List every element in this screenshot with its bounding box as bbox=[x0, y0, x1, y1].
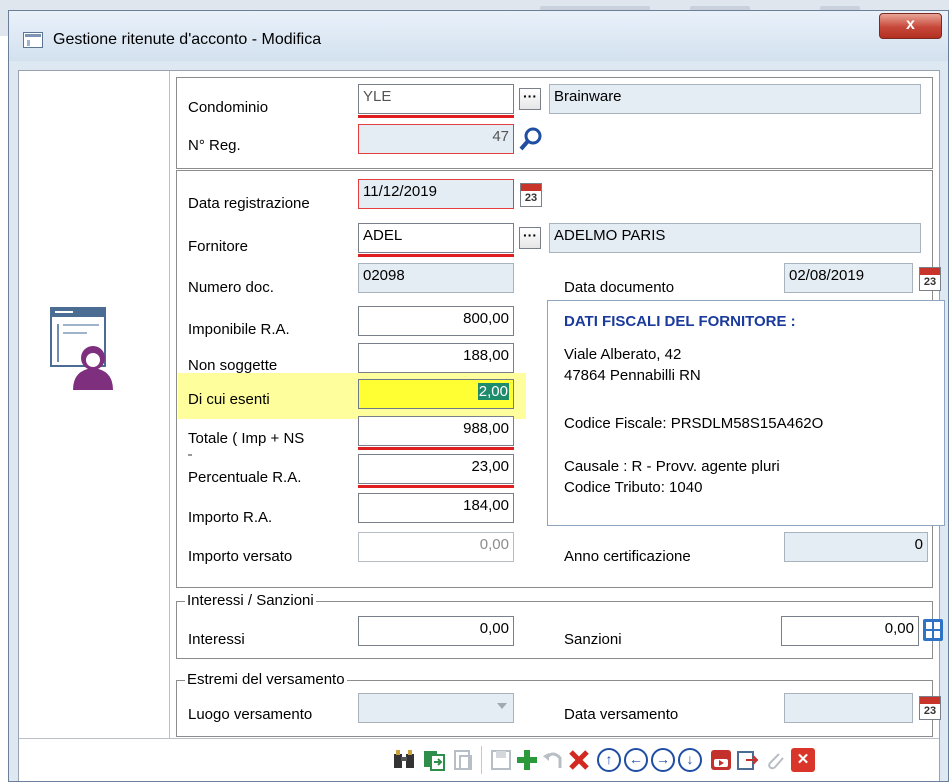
fornitore-lookup-button[interactable]: ··· bbox=[519, 227, 541, 249]
fornitore-name-field: ADELMO PARIS bbox=[549, 223, 921, 253]
interessi-group: Interessi / Sanzioni Interessi 0,00 Sanz… bbox=[176, 592, 943, 659]
esenti-selected-value: 2,00 bbox=[477, 383, 509, 400]
calculator-icon[interactable] bbox=[922, 618, 944, 642]
next-record-icon[interactable]: → bbox=[651, 748, 675, 772]
fiscal-info-box: DATI FISCALI DEL FORNITORE : Viale Alber… bbox=[547, 300, 945, 526]
imponibile-label: Imponibile R.A. bbox=[188, 321, 290, 338]
add-icon[interactable] bbox=[515, 748, 539, 772]
required-indicator bbox=[358, 485, 514, 488]
undo-icon[interactable] bbox=[541, 748, 565, 772]
close-window-icon[interactable]: ✕ bbox=[791, 748, 815, 772]
fiscal-codice-fiscale: Codice Fiscale: PRSDLM58S15A462O bbox=[564, 415, 824, 432]
binoculars-icon[interactable] bbox=[392, 748, 416, 772]
totale-label: Totale ( Imp + NS bbox=[188, 430, 305, 447]
required-indicator bbox=[358, 447, 514, 450]
sanzioni-label: Sanzioni bbox=[564, 631, 622, 648]
window-title: Gestione ritenute d'acconto - Modifica bbox=[53, 31, 322, 48]
last-record-icon[interactable]: ↓ bbox=[678, 748, 702, 772]
data-registrazione-label: Data registrazione bbox=[188, 195, 310, 212]
calendar-icon[interactable]: 23 bbox=[919, 267, 941, 291]
importo-input[interactable]: 184,00 bbox=[358, 493, 514, 523]
versamento-legend: Estremi del versamento bbox=[185, 671, 347, 688]
fiscal-address-line1: Viale Alberato, 42 bbox=[564, 346, 682, 363]
luogo-versamento-label: Luogo versamento bbox=[188, 706, 313, 723]
interessi-legend: Interessi / Sanzioni bbox=[185, 592, 316, 609]
luogo-versamento-select[interactable] bbox=[358, 693, 514, 723]
nreg-input[interactable]: 47 bbox=[358, 124, 514, 154]
anno-certificazione-label: Anno certificazione bbox=[564, 548, 691, 565]
data-versamento-label: Data versamento bbox=[564, 706, 679, 723]
condominio-lookup-button[interactable]: ··· bbox=[519, 88, 541, 110]
search-icon[interactable] bbox=[519, 126, 543, 152]
title-bar: Gestione ritenute d'acconto - Modifica x bbox=[9, 11, 948, 61]
non-soggette-label: Non soggette bbox=[188, 357, 278, 374]
fornitore-code-input[interactable]: ADEL bbox=[358, 223, 514, 253]
attachment-icon[interactable] bbox=[763, 748, 787, 772]
youtube-icon[interactable] bbox=[709, 748, 733, 772]
condominio-group: Condominio YLE ··· Brainware N° Reg. 47 bbox=[176, 77, 933, 169]
fiscal-info-heading: DATI FISCALI DEL FORNITORE : bbox=[564, 313, 796, 330]
window-icon bbox=[23, 32, 43, 48]
numero-doc-input[interactable]: 02098 bbox=[358, 263, 514, 293]
previous-record-icon[interactable]: ← bbox=[624, 748, 648, 772]
fiscal-codice-tributo: Codice Tributo: 1040 bbox=[564, 479, 703, 496]
anno-certificazione-input[interactable]: 0 bbox=[784, 532, 928, 562]
non-soggette-input[interactable]: 188,00 bbox=[358, 343, 514, 373]
dialog-window: Gestione ritenute d'acconto - Modifica x… bbox=[8, 10, 949, 782]
interessi-input[interactable]: 0,00 bbox=[358, 616, 514, 646]
importo-label: Importo R.A. bbox=[188, 509, 273, 526]
form-area: Condominio YLE ··· Brainware N° Reg. 47 … bbox=[18, 70, 945, 781]
export-icon[interactable] bbox=[736, 748, 760, 772]
fornitore-label: Fornitore bbox=[188, 238, 249, 255]
first-record-icon[interactable]: ↑ bbox=[597, 748, 621, 772]
condominio-name-field: Brainware bbox=[549, 84, 921, 114]
nreg-label: N° Reg. bbox=[188, 137, 241, 154]
bottom-toolbar: ↑ ← → ↓ ✕ bbox=[19, 738, 939, 781]
save-icon[interactable] bbox=[489, 748, 513, 772]
left-panel bbox=[19, 71, 170, 738]
interessi-label: Interessi bbox=[188, 631, 245, 648]
copy-record-icon[interactable] bbox=[422, 748, 446, 772]
esenti-input[interactable]: 2,00 bbox=[358, 379, 514, 409]
condominio-code-input[interactable]: YLE bbox=[358, 84, 514, 114]
close-button[interactable]: x bbox=[879, 13, 942, 39]
calendar-icon[interactable]: 23 bbox=[919, 696, 941, 720]
required-indicator bbox=[358, 254, 514, 257]
delete-icon[interactable] bbox=[567, 748, 591, 772]
truncated-text-marker bbox=[188, 454, 192, 456]
chevron-down-icon bbox=[497, 703, 507, 709]
data-documento-label: Data documento bbox=[564, 279, 675, 296]
data-documento-input[interactable]: 02/08/2019 bbox=[784, 263, 913, 293]
data-registrazione-input[interactable]: 11/12/2019 bbox=[358, 179, 514, 209]
fiscal-causale: Causale : R - Provv. agente pluri bbox=[564, 458, 780, 475]
toolbar-separator bbox=[481, 746, 482, 774]
percentuale-label: Percentuale R.A. bbox=[188, 469, 302, 486]
versamento-group: Estremi del versamento Luogo versamento … bbox=[176, 671, 941, 737]
numero-doc-label: Numero doc. bbox=[188, 279, 274, 296]
importo-versato-label: Importo versato bbox=[188, 548, 293, 565]
data-versamento-input[interactable] bbox=[784, 693, 913, 723]
required-indicator bbox=[358, 115, 514, 118]
paste-disabled-icon[interactable] bbox=[451, 748, 475, 772]
sanzioni-input[interactable]: 0,00 bbox=[781, 616, 919, 646]
fiscal-address-line2: 47864 Pennabilli RN bbox=[564, 367, 701, 384]
condominio-label: Condominio bbox=[188, 99, 269, 116]
percentuale-input[interactable]: 23,00 bbox=[358, 454, 514, 484]
esenti-label: Di cui esenti bbox=[188, 391, 270, 408]
calendar-icon[interactable]: 23 bbox=[520, 183, 542, 207]
user-card-icon bbox=[50, 307, 113, 390]
importo-versato-input[interactable]: 0,00 bbox=[358, 532, 514, 562]
totale-input[interactable]: 988,00 bbox=[358, 416, 514, 446]
imponibile-input[interactable]: 800,00 bbox=[358, 306, 514, 336]
